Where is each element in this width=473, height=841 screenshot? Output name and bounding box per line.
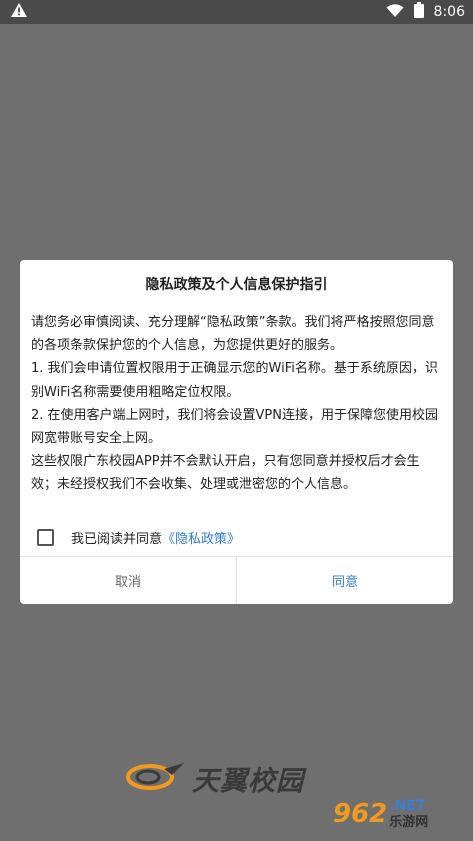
brand-logo: 天翼校园 [124,758,304,798]
cancel-button[interactable]: 取消 [20,557,237,604]
status-right: 8:06 [386,2,465,22]
dialog-paragraph: 请您务必审慎阅读、充分理解“隐私政策”条款。我们将严格按照您同意的各项条款保护您… [31,315,435,354]
brand-swirl-icon [124,759,186,797]
dialog-paragraph: 这些权限广东校园APP并不会默认开启，只有您同意并授权后才会生效；未经授权我们不… [31,454,420,493]
watermark-domain: .NET [389,798,426,814]
privacy-policy-link[interactable]: 《隐私政策》 [162,528,240,547]
dialog-buttons: 取消 同意 [20,556,453,604]
warning-icon [10,2,28,22]
watermark-logo: 962 .NET 乐游网 [333,793,467,835]
dialog-body: 请您务必审慎阅读、充分理解“隐私政策”条款。我们将严格按照您同意的各项条款保护您… [31,311,443,497]
dialog-paragraph: 1. 我们会申请位置权限用于正确显示您的WiFi名称。基于系统原因，识别WiFi… [31,361,438,400]
watermark-name: 乐游网 [389,815,429,830]
privacy-dialog: 隐私政策及个人信息保护指引 请您务必审慎阅读、充分理解“隐私政策”条款。我们将严… [20,260,453,604]
watermark-number: 962 [333,799,388,829]
wifi-icon [386,3,404,22]
watermark-side: .NET 乐游网 [389,799,428,829]
status-time: 8:06 [433,4,465,20]
brand-name: 天翼校园 [192,765,304,797]
status-bar: 8:06 [0,0,473,24]
dialog-title: 隐私政策及个人信息保护指引 [145,277,328,293]
consent-checkbox[interactable] [37,528,54,546]
consent-text: 我已阅读并同意 [71,531,163,547]
dialog-paragraph: 2. 在使用客户端上网时，我们将会设置VPN连接，用于保障您使用校园网宽带账号安… [31,407,438,447]
battery-icon [413,2,424,22]
agree-button[interactable]: 同意 [237,557,453,604]
consent-row: 我已阅读并同意 《隐私政策》 [37,526,240,548]
